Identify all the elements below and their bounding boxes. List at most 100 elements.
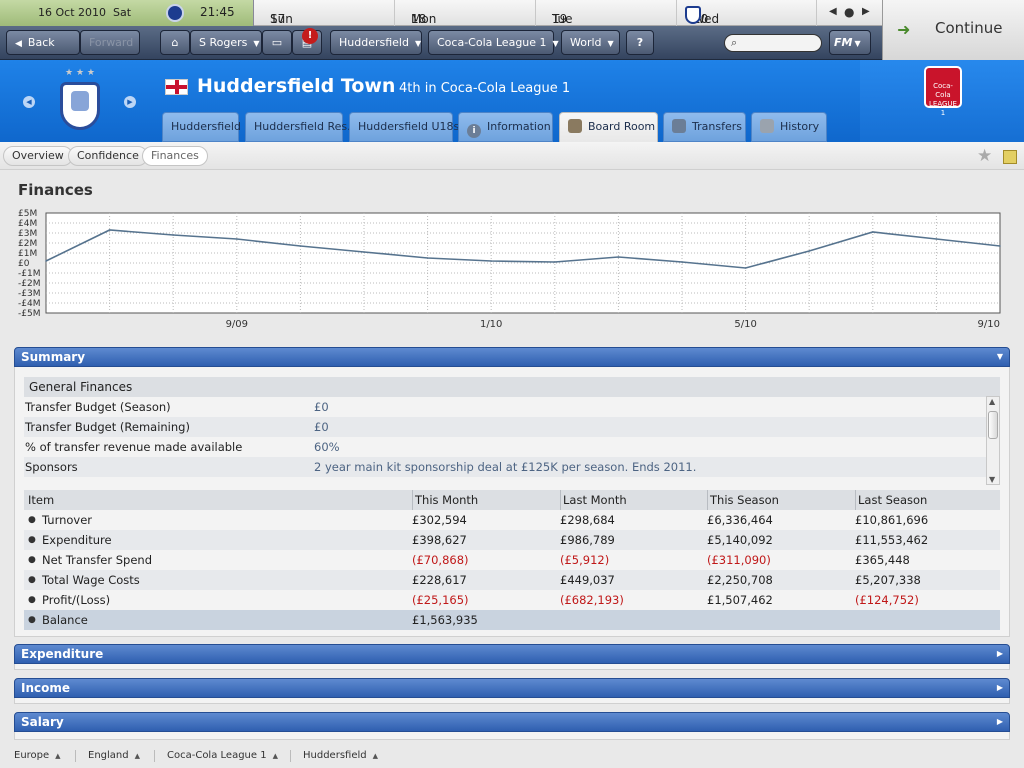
add-note-icon[interactable] [1003, 150, 1017, 164]
crumb-club[interactable]: Huddersfield ▲ [303, 750, 378, 761]
back-button[interactable]: ◀ Back [6, 30, 80, 55]
calendar-prev-icon[interactable]: ◀ [829, 6, 837, 17]
column-header-last-month[interactable]: Last Month [560, 490, 627, 510]
world-dropdown[interactable]: World ▼ [561, 30, 620, 55]
bullet-icon: ● [28, 515, 36, 525]
calendar-day[interactable]: 17 Sun [254, 0, 395, 26]
inbox-icon: ▭ [271, 36, 283, 49]
current-date[interactable]: 16 Oct 2010 Sat 21:45 [0, 0, 254, 26]
list-item: Transfer Budget (Season) £0 [25, 400, 329, 414]
crumb-divider [290, 750, 291, 762]
list-item: % of transfer revenue made available 60% [25, 440, 340, 454]
general-finances-title: General Finances [24, 377, 1000, 397]
next-club-icon[interactable]: ▶ [124, 96, 136, 108]
chevron-up-icon: ▲ [272, 752, 278, 760]
fm-menu-button[interactable]: FM ▼ [829, 30, 871, 55]
data-point [426, 257, 429, 259]
salary-panel-header[interactable]: Salary ▶ [14, 712, 1010, 732]
manager-dropdown[interactable]: S Rogers ▼ [190, 30, 262, 55]
subtab-finances[interactable]: Finances [142, 146, 208, 166]
crest-shield-icon [60, 82, 100, 130]
column-header-this-month[interactable]: This Month [412, 490, 478, 510]
subtab-overview[interactable]: Overview [3, 146, 73, 166]
y-tick-label: £3M [18, 229, 37, 239]
help-button[interactable]: ? [626, 30, 654, 55]
tab-huddersfield[interactable]: Huddersfield [162, 112, 241, 142]
tab-history[interactable]: History [751, 112, 827, 142]
calendar-day[interactable]: 19 Tue [536, 0, 677, 26]
calendar-strip: 16 Oct 2010 Sat 21:45 17 Sun 18 Mon 19 T… [0, 0, 1024, 26]
chevron-up-icon: ▲ [134, 752, 140, 760]
club-name: Huddersfield Town [197, 75, 396, 97]
collapse-arrow-icon: ▼ [996, 352, 1003, 361]
bullet-icon: ● [28, 575, 36, 585]
calendar-today-icon[interactable]: ● [844, 5, 854, 19]
tab-board-room[interactable]: Board Room [559, 112, 658, 142]
table-header: Item This Month Last Month This Season L… [24, 490, 1000, 510]
chevron-down-icon: ▼ [607, 39, 614, 48]
tab-information[interactable]: i Information [458, 112, 553, 142]
data-point [808, 250, 810, 252]
club-dropdown[interactable]: Huddersfield ▼ [330, 30, 422, 55]
scroll-up-icon[interactable]: ▲ [989, 397, 995, 406]
calendar-day[interactable]: 20 Wed [677, 0, 817, 26]
table-row[interactable]: ● Balance £1,563,935 [24, 610, 1000, 630]
club-crest: ★ ★ ★ [56, 68, 104, 134]
home-icon: ⌂ [171, 36, 179, 49]
column-header-item[interactable]: Item [24, 490, 54, 510]
data-point [744, 267, 747, 269]
forward-button[interactable]: Forward [80, 30, 140, 55]
notification-badge[interactable]: ! [302, 28, 318, 44]
y-tick-label: £1M [18, 249, 37, 259]
data-point [490, 260, 493, 262]
home-button[interactable]: ⌂ [160, 30, 190, 55]
time-label: 21:45 [200, 5, 235, 19]
calendar-next-icon[interactable]: ▶ [862, 6, 870, 17]
prev-club-icon[interactable]: ◀ [23, 96, 35, 108]
table-row[interactable]: ● Turnover £302,594 £298,684 £6,336,464 £… [24, 510, 1000, 530]
expenditure-panel-header[interactable]: Expenditure ▶ [14, 644, 1010, 664]
table-row[interactable]: ● Net Transfer Spend (£70,868) (£5,912) (… [24, 550, 1000, 570]
inbox-button[interactable]: ▭ [262, 30, 292, 55]
chevron-up-icon: ▲ [55, 752, 61, 760]
tab-reserves[interactable]: Huddersfield Res. [245, 112, 351, 142]
briefcase-icon [568, 119, 582, 133]
general-finances-scrollbar[interactable]: ▲ ▼ [986, 396, 1000, 485]
data-point [299, 245, 302, 247]
tab-u18s[interactable]: Huddersfield U18s [349, 112, 459, 142]
bullet-icon: ● [28, 615, 36, 625]
table-row[interactable]: ● Profit/(Loss) (£25,165) (£682,193) £1,5… [24, 590, 1000, 610]
scroll-thumb[interactable] [988, 411, 998, 439]
favourite-star-icon[interactable]: ★ [977, 146, 992, 166]
crumb-europe[interactable]: Europe ▲ [14, 750, 61, 761]
app-window: { "calendar": { "date": "16 Oct 2010", "… [0, 0, 1024, 768]
crumb-england[interactable]: England ▲ [88, 750, 140, 761]
page-title: Finances [18, 181, 93, 199]
chart-grid [45, 212, 1001, 314]
tab-transfers[interactable]: Transfers [663, 112, 746, 142]
table-row[interactable]: ● Expenditure £398,627 £986,789 £5,140,09… [24, 530, 1000, 550]
x-tick-label: 9/09 [226, 319, 248, 330]
summary-panel-header[interactable]: Summary ▼ [14, 347, 1010, 367]
league-dropdown[interactable]: Coca-Cola League 1 ▼ [428, 30, 559, 55]
y-tick-label: £2M [18, 239, 37, 249]
subtab-confidence[interactable]: Confidence [68, 146, 148, 166]
continue-button[interactable]: ➜ Continue [882, 0, 1024, 60]
y-tick-label: -£1M [18, 269, 40, 279]
calendar-day[interactable]: 18 Mon [395, 0, 536, 26]
income-panel-header[interactable]: Income ▶ [14, 678, 1010, 698]
stars-icon: ★ ★ ★ [65, 68, 95, 78]
column-header-last-season[interactable]: Last Season [855, 490, 927, 510]
club-position: 4th in Coca-Cola League 1 [399, 81, 571, 96]
y-tick-label: £4M [18, 219, 37, 229]
england-flag-icon [165, 79, 188, 95]
club-badge-icon [166, 4, 184, 22]
search-input[interactable]: ⌕ [724, 34, 822, 52]
column-header-this-season[interactable]: This Season [707, 490, 779, 510]
x-tick-label: 5/10 [734, 319, 756, 330]
crumb-league[interactable]: Coca-Cola League 1 ▲ [167, 750, 278, 761]
expand-arrow-icon: ▶ [996, 649, 1003, 658]
table-row[interactable]: ● Total Wage Costs £228,617 £449,037 £2,2… [24, 570, 1000, 590]
chevron-down-icon: ▼ [414, 39, 422, 48]
scroll-down-icon[interactable]: ▼ [989, 475, 995, 484]
